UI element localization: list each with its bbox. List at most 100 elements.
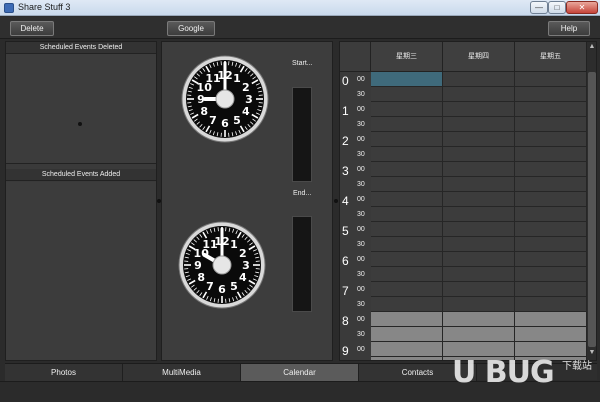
hour-label: 8 <box>342 314 349 328</box>
time-slot-cell[interactable] <box>371 297 443 312</box>
time-slot-cell[interactable] <box>515 237 587 252</box>
minimize-button[interactable]: — <box>530 1 548 14</box>
time-slot-cell[interactable] <box>443 147 515 162</box>
time-slot-cell[interactable] <box>371 327 443 342</box>
time-slot-cell[interactable] <box>515 177 587 192</box>
time-slot-cell[interactable] <box>443 117 515 132</box>
time-slot-cell[interactable] <box>515 87 587 102</box>
time-slot-cell[interactable] <box>443 192 515 207</box>
time-slot-cell[interactable] <box>371 192 443 207</box>
minute-label: 00 <box>357 316 365 323</box>
right-splitter-handle[interactable] <box>334 199 338 203</box>
time-slot-cell[interactable] <box>515 312 587 327</box>
end-label: End... <box>293 190 312 197</box>
time-slot-cell[interactable] <box>371 252 443 267</box>
time-slot-cell[interactable] <box>371 342 443 357</box>
tab-photos[interactable]: Photos <box>5 364 123 381</box>
tab-calendar[interactable]: Calendar <box>241 364 359 381</box>
time-slot-cell[interactable] <box>371 147 443 162</box>
added-events-header: Scheduled Events Added <box>6 169 156 181</box>
time-slot-cell[interactable] <box>515 252 587 267</box>
minute-label: 00 <box>357 346 365 353</box>
time-slot-cell[interactable] <box>371 282 443 297</box>
tab-multimedia[interactable]: MultiMedia <box>123 364 241 381</box>
time-slot-cell[interactable] <box>443 237 515 252</box>
end-clock[interactable]: 123456789101112 <box>178 221 266 309</box>
day-header-3: 星期五 <box>515 42 587 72</box>
time-slot-cell[interactable] <box>515 267 587 282</box>
time-slot-cell[interactable] <box>371 177 443 192</box>
time-slot-cell[interactable] <box>515 117 587 132</box>
time-slot-cell[interactable] <box>515 207 587 222</box>
hour-label: 3 <box>342 164 349 178</box>
time-slot-cell[interactable] <box>515 132 587 147</box>
minute-label: 30 <box>357 181 365 188</box>
watermark-brand: U BUG <box>452 355 555 390</box>
time-slot-cell[interactable] <box>515 147 587 162</box>
svg-text:8: 8 <box>200 105 208 118</box>
end-time-slider[interactable] <box>292 216 312 312</box>
time-slot-cell[interactable] <box>515 102 587 117</box>
svg-text:8: 8 <box>197 271 205 284</box>
close-button[interactable]: ✕ <box>566 1 598 14</box>
time-slot-cell[interactable] <box>443 132 515 147</box>
google-button[interactable]: Google <box>167 21 215 36</box>
time-slot-cell[interactable] <box>443 282 515 297</box>
time-slot-cell[interactable] <box>371 102 443 117</box>
day-header-1: 星期三 <box>371 42 443 72</box>
time-slot-cell[interactable] <box>443 87 515 102</box>
horizontal-splitter-handle[interactable] <box>78 122 82 126</box>
time-slot-cell[interactable] <box>515 72 587 87</box>
time-slot-cell[interactable] <box>443 267 515 282</box>
minute-label: 00 <box>357 196 365 203</box>
minute-label: 30 <box>357 331 365 338</box>
time-slot-cell[interactable] <box>443 252 515 267</box>
hour-label: 1 <box>342 104 349 118</box>
deleted-events-list[interactable] <box>6 54 156 164</box>
time-slot-cell[interactable] <box>443 297 515 312</box>
time-slot-cell[interactable] <box>371 132 443 147</box>
time-slot-cell[interactable] <box>443 327 515 342</box>
time-slot-cell[interactable] <box>371 237 443 252</box>
time-slot-cell[interactable] <box>443 72 515 87</box>
delete-button[interactable]: Delete <box>10 21 54 36</box>
hour-label: 5 <box>342 224 349 238</box>
time-slot-cell[interactable] <box>371 222 443 237</box>
time-slot-cell[interactable] <box>371 207 443 222</box>
help-button[interactable]: Help <box>548 21 590 36</box>
time-slot-cell[interactable] <box>515 327 587 342</box>
svg-text:9: 9 <box>194 259 202 272</box>
time-slot-cell[interactable] <box>443 162 515 177</box>
added-events-list[interactable] <box>6 182 156 360</box>
time-slot-cell[interactable] <box>515 192 587 207</box>
time-slot-cell[interactable] <box>371 162 443 177</box>
start-time-slider[interactable] <box>292 87 312 182</box>
day-header-2: 星期四 <box>443 42 515 72</box>
time-slot-cell[interactable] <box>443 207 515 222</box>
time-slot-cell[interactable] <box>515 162 587 177</box>
scroll-thumb[interactable] <box>588 72 596 347</box>
time-slot-cell[interactable] <box>371 267 443 282</box>
time-slot-cell[interactable] <box>515 282 587 297</box>
toolbar: Delete Google Help <box>0 17 600 39</box>
time-slot-cell[interactable] <box>443 102 515 117</box>
time-slot-cell[interactable] <box>443 222 515 237</box>
maximize-button[interactable]: □ <box>548 1 566 14</box>
calendar-scrollbar[interactable]: ▲ ▼ <box>586 42 596 360</box>
time-slot-cell[interactable] <box>371 87 443 102</box>
time-slot-cell[interactable] <box>443 312 515 327</box>
time-slot-cell[interactable] <box>443 177 515 192</box>
time-slot-cell[interactable] <box>371 312 443 327</box>
calendar-corner <box>340 42 371 72</box>
time-slot-cell[interactable] <box>515 222 587 237</box>
time-slot-cell[interactable] <box>371 72 443 87</box>
start-clock[interactable]: 123456789101112 <box>181 55 269 143</box>
minute-label: 30 <box>357 211 365 218</box>
svg-text:6: 6 <box>221 117 229 130</box>
scroll-up-icon[interactable]: ▲ <box>587 42 596 52</box>
time-slot-cell[interactable] <box>371 117 443 132</box>
events-panel: Scheduled Events Deleted Scheduled Event… <box>5 41 157 361</box>
time-slot-cell[interactable] <box>371 357 443 360</box>
minute-label: 00 <box>357 136 365 143</box>
time-slot-cell[interactable] <box>515 297 587 312</box>
